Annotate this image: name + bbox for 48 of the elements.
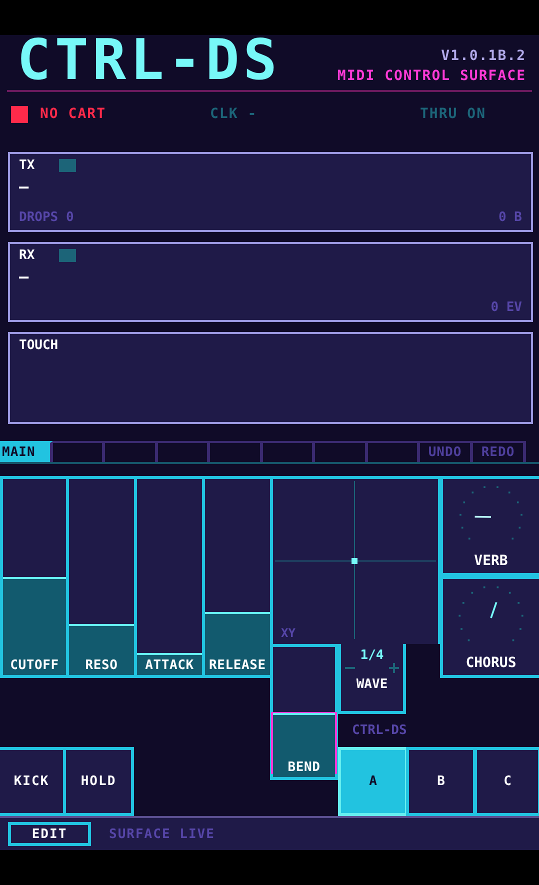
xy-label: XY (281, 626, 296, 640)
fader-track[interactable]: RESO (66, 476, 134, 678)
tab[interactable] (262, 441, 315, 462)
tab[interactable] (315, 441, 368, 462)
wave-label: WAVE (356, 677, 388, 692)
fader-label: ATTACK (145, 658, 194, 673)
tab[interactable] (52, 441, 105, 462)
surface-status: SURFACE LIVE (109, 826, 215, 842)
bend-track[interactable]: BEND (270, 644, 338, 780)
wave-value: 1/4 (360, 648, 384, 663)
plus-icon[interactable] (389, 663, 399, 673)
fader-track[interactable]: CUTOFF (0, 476, 66, 678)
tab[interactable] (158, 441, 210, 462)
tab[interactable] (105, 441, 158, 462)
monitor-value: — (19, 179, 30, 195)
tab[interactable]: MAIN (0, 441, 52, 462)
bank-label: CTRL-DS (352, 723, 407, 738)
fader-label: CUTOFF (10, 658, 59, 673)
edit-button[interactable]: EDIT (8, 822, 91, 846)
monitor-label: RX (19, 248, 35, 263)
pad-button[interactable]: A (338, 747, 406, 816)
trigger-button[interactable]: HOLD (66, 747, 134, 816)
fader-label: RELEASE (209, 658, 266, 673)
wave-control[interactable]: 1/4 WAVE (338, 644, 406, 714)
app-subtitle: MIDI CONTROL SURFACE (337, 68, 526, 84)
tab[interactable] (368, 441, 420, 462)
monitor-value: — (19, 269, 30, 285)
monitor-label: TX (19, 158, 35, 173)
touch-panel[interactable]: TOUCH (8, 332, 533, 424)
fader-label: RESO (85, 658, 118, 673)
app-title: CTRL-DS (17, 38, 282, 84)
monitor-footer-right: 0 B (498, 210, 522, 225)
version-label: V1.0.1B.2 (441, 48, 526, 64)
trigger-button[interactable]: KICK (0, 747, 66, 816)
tab[interactable] (210, 441, 262, 462)
knob-label: CHORUS (466, 655, 516, 671)
fader-track[interactable]: RELEASE (202, 476, 270, 678)
pad-button[interactable]: C (474, 747, 539, 816)
monitor-footer-right: 0 EV (490, 300, 522, 315)
monitor-footer-left: DROPS 0 (19, 210, 74, 225)
cart-status: NO CART (40, 106, 108, 122)
touch-label: TOUCH (19, 338, 58, 353)
knob-label: VERB (474, 553, 508, 569)
clock-status: CLK - (210, 106, 258, 122)
thru-status: THRU ON (420, 106, 488, 122)
bend-label: BEND (288, 760, 320, 775)
fader-track[interactable]: ATTACK (134, 476, 202, 678)
pad-button[interactable]: B (406, 747, 474, 816)
